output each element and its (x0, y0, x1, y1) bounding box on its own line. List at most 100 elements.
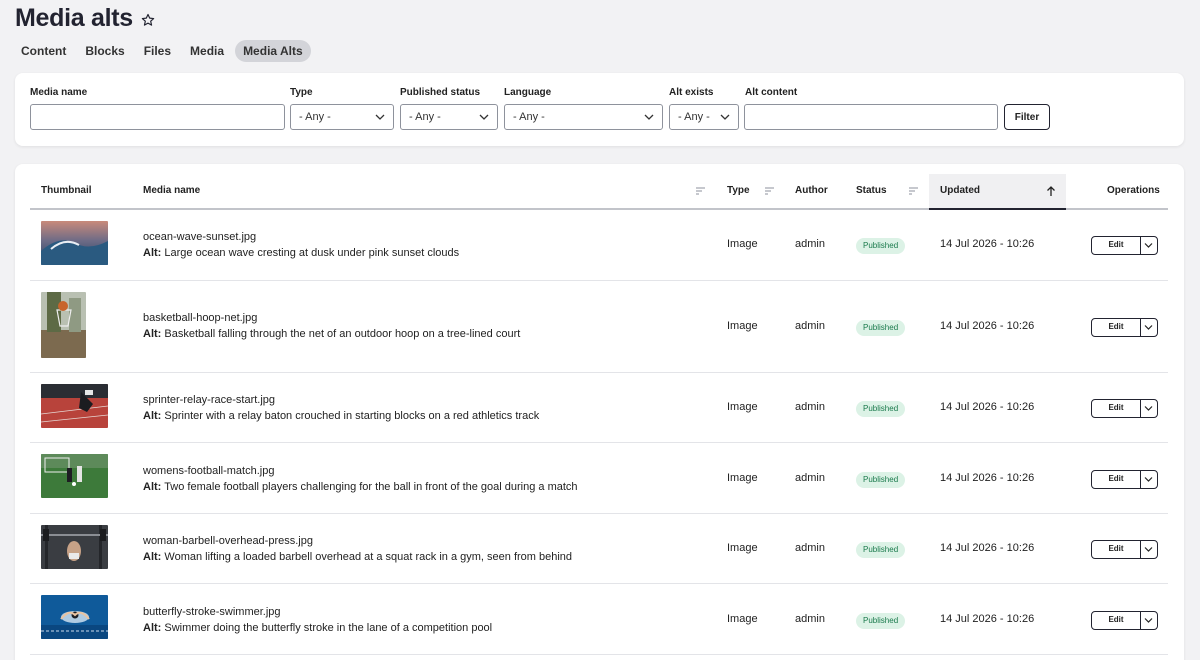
th-thumbnail: Thumbnail (41, 185, 92, 196)
media-name-link[interactable]: sprinter-relay-race-start.jpg (143, 392, 539, 408)
type-cell: Image (727, 472, 758, 484)
alt-value: Two female football players challenging … (164, 481, 578, 493)
alt-exists-value: - Any - (678, 111, 710, 123)
author-cell[interactable]: admin (795, 401, 825, 413)
alt-text: Alt: Two female football players challen… (143, 479, 578, 495)
th-author: Author (795, 185, 828, 196)
table-row: woman-barbell-overhead-press.jpg Alt: Wo… (30, 514, 1168, 584)
media-name-link[interactable]: ocean-wave-sunset.jpg (143, 229, 459, 245)
edit-button[interactable]: Edit (1092, 237, 1141, 254)
alt-label: Alt: (143, 622, 162, 634)
type-select[interactable]: - Any - (290, 104, 394, 130)
type-cell: Image (727, 613, 758, 625)
type-select-value: - Any - (299, 111, 331, 123)
thumbnail-sprinter-relay[interactable] (41, 384, 108, 428)
media-name-link[interactable]: butterfly-stroke-swimmer.jpg (143, 604, 492, 620)
th-status[interactable]: Status (856, 174, 887, 208)
alt-text: Alt: Basketball falling through the net … (143, 326, 520, 342)
status-badge: Published (856, 320, 906, 336)
operations-toggle[interactable] (1141, 237, 1157, 254)
updated-cell: 14 Jul 2026 - 10:26 (940, 401, 1035, 413)
media-name-cell: butterfly-stroke-swimmer.jpg Alt: Swimme… (143, 604, 492, 636)
thumbnail-womens-football[interactable] (41, 454, 108, 498)
alt-text: Alt: Swimmer doing the butterfly stroke … (143, 620, 492, 636)
filter-form: Media name Type - Any - Published status… (15, 73, 1184, 146)
th-type[interactable]: Type (727, 174, 750, 208)
tab-blocks[interactable]: Blocks (77, 40, 132, 62)
operations-toggle[interactable] (1141, 541, 1157, 558)
edit-button[interactable]: Edit (1092, 612, 1141, 629)
chevron-down-icon (479, 114, 489, 120)
tab-content[interactable]: Content (13, 40, 74, 62)
media-name-link[interactable]: basketball-hoop-net.jpg (143, 310, 520, 326)
author-cell[interactable]: admin (795, 472, 825, 484)
media-name-link[interactable]: woman-barbell-overhead-press.jpg (143, 533, 572, 549)
thumbnail-butterfly-swimmer[interactable] (41, 595, 108, 639)
updated-cell: 14 Jul 2026 - 10:26 (940, 613, 1035, 625)
operations-toggle[interactable] (1141, 319, 1157, 336)
chevron-down-icon (1144, 477, 1153, 482)
operations-dropbutton: Edit (1091, 470, 1158, 489)
alt-content-input[interactable] (744, 104, 998, 130)
table-row: womens-football-match.jpg Alt: Two femal… (30, 443, 1168, 514)
tab-files[interactable]: Files (136, 40, 179, 62)
status-badge: Published (856, 613, 906, 629)
language-label: Language (504, 87, 552, 98)
operations-dropbutton: Edit (1091, 318, 1158, 337)
type-cell: Image (727, 320, 758, 332)
operations-toggle[interactable] (1141, 471, 1157, 488)
alt-exists-label: Alt exists (669, 87, 714, 98)
edit-button[interactable]: Edit (1092, 400, 1141, 417)
sort-icon[interactable] (765, 187, 774, 195)
thumbnail-basketball-hoop[interactable] (41, 292, 86, 358)
star-icon[interactable] (141, 13, 155, 27)
media-name-cell: sprinter-relay-race-start.jpg Alt: Sprin… (143, 392, 539, 424)
tab-media[interactable]: Media (182, 40, 232, 62)
th-updated[interactable]: Updated (929, 174, 1066, 210)
alt-text: Alt: Large ocean wave cresting at dusk u… (143, 245, 459, 261)
status-badge: Published (856, 238, 906, 254)
edit-button[interactable]: Edit (1092, 541, 1141, 558)
published-status-label: Published status (400, 87, 481, 98)
language-select[interactable]: - Any - (504, 104, 663, 130)
alt-exists-select[interactable]: - Any - (669, 104, 739, 130)
alt-text: Alt: Sprinter with a relay baton crouche… (143, 408, 539, 424)
media-name-cell: ocean-wave-sunset.jpg Alt: Large ocean w… (143, 229, 459, 261)
thumbnail-ocean-wave[interactable] (41, 221, 108, 265)
type-cell: Image (727, 542, 758, 554)
sort-icon[interactable] (696, 187, 705, 195)
page-title: Media alts (15, 4, 133, 32)
edit-button[interactable]: Edit (1092, 471, 1141, 488)
alt-value: Large ocean wave cresting at dusk under … (164, 247, 460, 259)
media-name-link[interactable]: womens-football-match.jpg (143, 463, 578, 479)
chevron-down-icon (375, 114, 385, 120)
media-name-cell: basketball-hoop-net.jpg Alt: Basketball … (143, 310, 520, 342)
media-name-input[interactable] (30, 104, 285, 130)
operations-toggle[interactable] (1141, 612, 1157, 629)
type-cell: Image (727, 238, 758, 250)
author-cell[interactable]: admin (795, 238, 825, 250)
alt-label: Alt: (143, 551, 162, 563)
published-status-select[interactable]: - Any - (400, 104, 498, 130)
author-cell[interactable]: admin (795, 320, 825, 332)
thumbnail-woman-barbell[interactable] (41, 525, 108, 569)
filter-button[interactable]: Filter (1004, 104, 1050, 130)
table-row: butterfly-stroke-swimmer.jpg Alt: Swimme… (30, 584, 1168, 655)
sort-icon[interactable] (909, 187, 918, 195)
table-row: ocean-wave-sunset.jpg Alt: Large ocean w… (30, 210, 1168, 281)
alt-label: Alt: (143, 328, 162, 340)
author-cell[interactable]: admin (795, 542, 825, 554)
chevron-down-icon (720, 114, 730, 120)
page-header: Media alts (15, 4, 155, 33)
table-row: basketball-hoop-net.jpg Alt: Basketball … (30, 281, 1168, 373)
edit-button[interactable]: Edit (1092, 319, 1141, 336)
type-cell: Image (727, 401, 758, 413)
operations-toggle[interactable] (1141, 400, 1157, 417)
th-operations: Operations (1107, 185, 1160, 196)
operations-dropbutton: Edit (1091, 236, 1158, 255)
author-cell[interactable]: admin (795, 613, 825, 625)
language-select-value: - Any - (513, 111, 545, 123)
th-media-name[interactable]: Media name (143, 174, 200, 208)
tab-media-alts[interactable]: Media Alts (235, 40, 311, 62)
table-row: sprinter-relay-race-start.jpg Alt: Sprin… (30, 373, 1168, 443)
